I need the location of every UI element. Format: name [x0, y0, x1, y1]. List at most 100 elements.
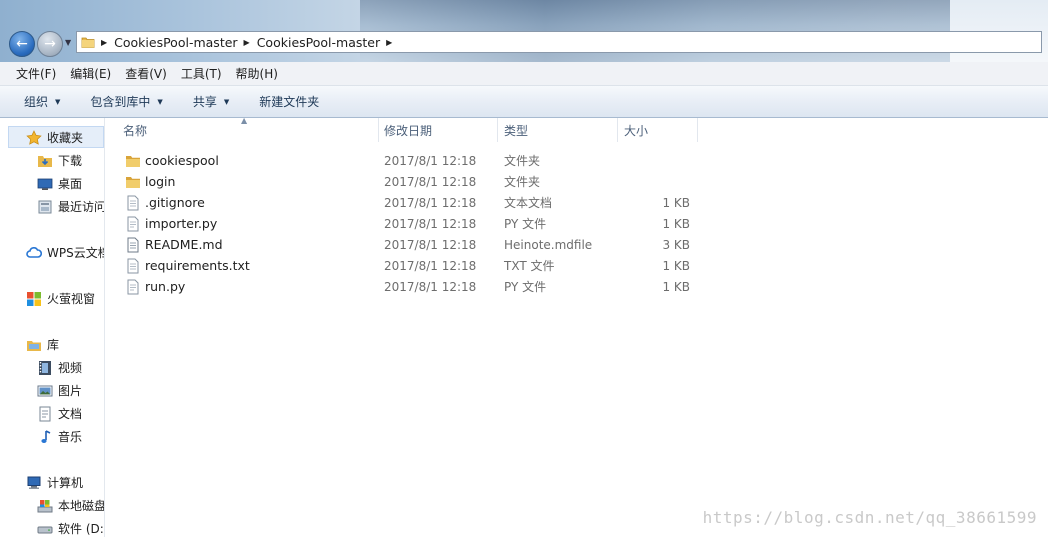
pictures-icon — [37, 383, 53, 399]
file-name-cell[interactable]: importer.py — [125, 213, 217, 234]
nav-desktop[interactable]: 桌面 — [37, 175, 82, 192]
nav-local-disk-label: 本地磁盘 — [58, 499, 105, 513]
file-name-cell[interactable]: requirements.txt — [125, 255, 250, 276]
title-bar: ← → ▼ ▶ CookiesPool-master ▶ CookiesPool… — [0, 0, 1048, 62]
file-name: README.md — [145, 237, 223, 252]
navigation-pane: 收藏夹 下载 桌面 最近访问 WPS云文档 火萤视窗 库 视频 图片 文档 音乐… — [0, 118, 105, 537]
forward-button[interactable]: → — [37, 31, 63, 57]
nav-music[interactable]: 音乐 — [37, 428, 82, 445]
address-bar[interactable]: ▶ CookiesPool-master ▶ CookiesPool-maste… — [76, 31, 1042, 53]
breadcrumb-segment[interactable]: CookiesPool-master — [257, 35, 380, 50]
column-header-type[interactable]: 类型 — [498, 118, 618, 142]
file-name-cell[interactable]: run.py — [125, 276, 185, 297]
column-header-date[interactable]: 修改日期 — [379, 118, 498, 142]
nav-documents[interactable]: 文档 — [37, 405, 82, 422]
nav-videos[interactable]: 视频 — [37, 359, 82, 376]
watermark: https://blog.csdn.net/qq_38661599 — [702, 508, 1037, 527]
back-button[interactable]: ← — [9, 31, 35, 57]
menu-view[interactable]: 查看(V) — [125, 65, 167, 82]
breadcrumb-separator-icon[interactable]: ▶ — [101, 38, 107, 47]
file-row[interactable]: login 2017/8/1 12:18 文件夹 — [105, 171, 705, 192]
drive-icon — [37, 521, 53, 537]
file-row[interactable]: README.md 2017/8/1 12:18 Heinote.mdfile 3 K… — [105, 234, 705, 255]
downloads-folder-icon — [37, 153, 53, 169]
file-name-cell[interactable]: README.md — [125, 234, 223, 255]
menu-tools[interactable]: 工具(T) — [181, 65, 222, 82]
windows-logo-icon — [26, 291, 42, 307]
file-name-cell[interactable]: login — [125, 171, 175, 192]
share-label: 共享 — [192, 95, 217, 109]
menu-help[interactable]: 帮助(H) — [236, 65, 278, 82]
nav-music-label: 音乐 — [58, 430, 83, 444]
nav-local-disk[interactable]: 本地磁盘 — [37, 497, 105, 514]
new-folder-button[interactable]: 新建文件夹 — [259, 93, 319, 110]
column-type-label: 类型 — [504, 123, 529, 138]
file-name: requirements.txt — [145, 258, 250, 273]
file-size: 3 KB — [662, 237, 690, 252]
nav-software-disk[interactable]: 软件 (D: — [37, 520, 104, 537]
nav-software-disk-label: 软件 (D: — [58, 522, 104, 536]
file-type: TXT 文件 — [504, 259, 555, 273]
menu-file[interactable]: 文件(F) — [16, 65, 56, 82]
nav-wps-cloud-label: WPS云文档 — [47, 246, 105, 260]
file-row[interactable]: requirements.txt 2017/8/1 12:18 TXT 文件 1 KB — [105, 255, 705, 276]
folder-icon — [125, 174, 141, 190]
file-type: 文件夹 — [504, 154, 541, 168]
breadcrumb-separator-icon[interactable]: ▶ — [386, 38, 392, 47]
include-in-library-button[interactable]: 包含到库中 ▼ — [90, 93, 162, 110]
file-name-cell[interactable]: .gitignore — [125, 192, 205, 213]
file-size: 1 KB — [662, 279, 690, 294]
share-button[interactable]: 共享 ▼ — [193, 93, 229, 110]
column-date-label: 修改日期 — [384, 123, 433, 138]
breadcrumb-segment[interactable]: CookiesPool-master — [114, 35, 237, 50]
breadcrumb-separator-icon[interactable]: ▶ — [244, 38, 250, 47]
folder-icon — [81, 37, 95, 48]
file-row[interactable]: .gitignore 2017/8/1 12:18 文本文档 1 KB — [105, 192, 705, 213]
file-size: 1 KB — [662, 258, 690, 273]
column-size-label: 大小 — [624, 123, 649, 138]
file-date: 2017/8/1 12:18 — [384, 195, 477, 210]
file-type: 文本文档 — [504, 196, 553, 210]
nav-favorites[interactable]: 收藏夹 — [26, 129, 83, 146]
desktop-icon — [37, 176, 53, 192]
nav-recent-label: 最近访问 — [58, 200, 105, 214]
file-type: PY 文件 — [504, 217, 547, 231]
recent-places-icon — [37, 199, 53, 215]
file-row[interactable]: importer.py 2017/8/1 12:18 PY 文件 1 KB — [105, 213, 705, 234]
nav-huorong[interactable]: 火萤视窗 — [26, 290, 95, 307]
nav-computer[interactable]: 计算机 — [26, 474, 83, 491]
py-file-icon — [125, 279, 141, 295]
cloud-icon — [26, 245, 42, 261]
md-file-icon — [125, 237, 141, 253]
caret-down-icon: ▼ — [157, 97, 163, 106]
file-date: 2017/8/1 12:18 — [384, 237, 477, 252]
back-arrow-icon: ← — [16, 36, 28, 52]
menu-bar: 文件(F) 编辑(E) 查看(V) 工具(T) 帮助(H) — [0, 62, 1048, 86]
column-header-size[interactable]: 大小 — [618, 118, 698, 142]
nav-recent[interactable]: 最近访问 — [37, 198, 105, 215]
nav-wps-cloud[interactable]: WPS云文档 — [26, 244, 105, 261]
nav-pictures-label: 图片 — [58, 384, 83, 398]
file-name-cell[interactable]: cookiespool — [125, 150, 219, 171]
nav-huorong-label: 火萤视窗 — [47, 292, 96, 306]
caret-down-icon: ▼ — [223, 97, 230, 106]
file-list: ▲ 名称 修改日期 类型 大小 cookiespool 2017/8/1 12:1… — [105, 116, 1048, 537]
file-row[interactable]: run.py 2017/8/1 12:18 PY 文件 1 KB — [105, 276, 705, 297]
file-row[interactable]: cookiespool 2017/8/1 12:18 文件夹 — [105, 150, 705, 171]
drive-icon — [37, 498, 53, 514]
nav-pictures[interactable]: 图片 — [37, 382, 82, 399]
star-icon — [26, 129, 42, 146]
include-in-library-label: 包含到库中 — [90, 95, 151, 109]
nav-libraries[interactable]: 库 — [26, 336, 59, 353]
organize-label: 组织 — [24, 95, 49, 109]
nav-documents-label: 文档 — [58, 407, 83, 421]
recent-pages-dropdown-icon[interactable]: ▼ — [65, 38, 71, 47]
menu-edit[interactable]: 编辑(E) — [70, 65, 111, 82]
column-header-name[interactable]: 名称 — [105, 118, 379, 142]
nav-videos-label: 视频 — [58, 361, 83, 375]
file-date: 2017/8/1 12:18 — [384, 279, 477, 294]
nav-downloads-label: 下载 — [58, 154, 83, 168]
file-name: login — [145, 174, 176, 189]
nav-downloads[interactable]: 下载 — [37, 152, 82, 169]
organize-button[interactable]: 组织 ▼ — [24, 93, 60, 110]
